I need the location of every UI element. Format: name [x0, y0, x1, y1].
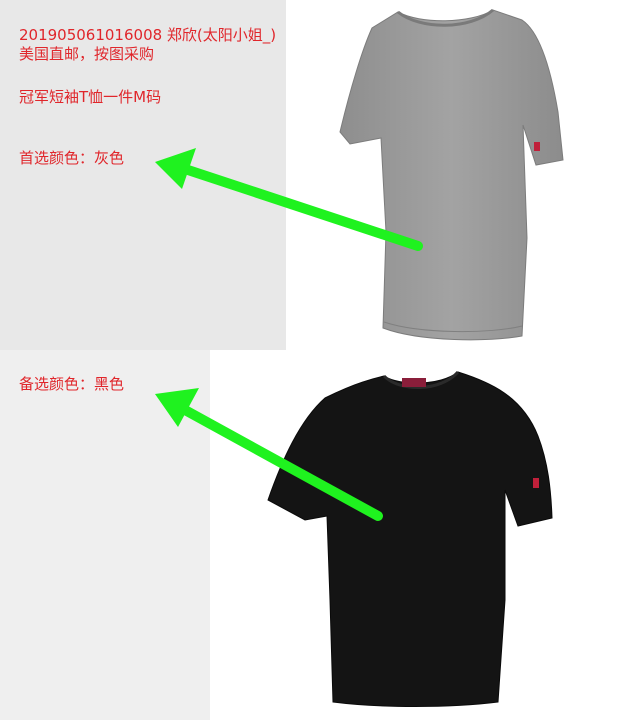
gray-shirt-panel: 201905061016008 郑欣(太阳小姐_) 美国直邮，按图采购 冠军短袖… [0, 0, 619, 350]
arrow-to-black-shirt [155, 388, 383, 521]
black-shirt-panel: 备选颜色：黑色 [0, 350, 619, 720]
arrow-to-gray-shirt [155, 148, 423, 251]
